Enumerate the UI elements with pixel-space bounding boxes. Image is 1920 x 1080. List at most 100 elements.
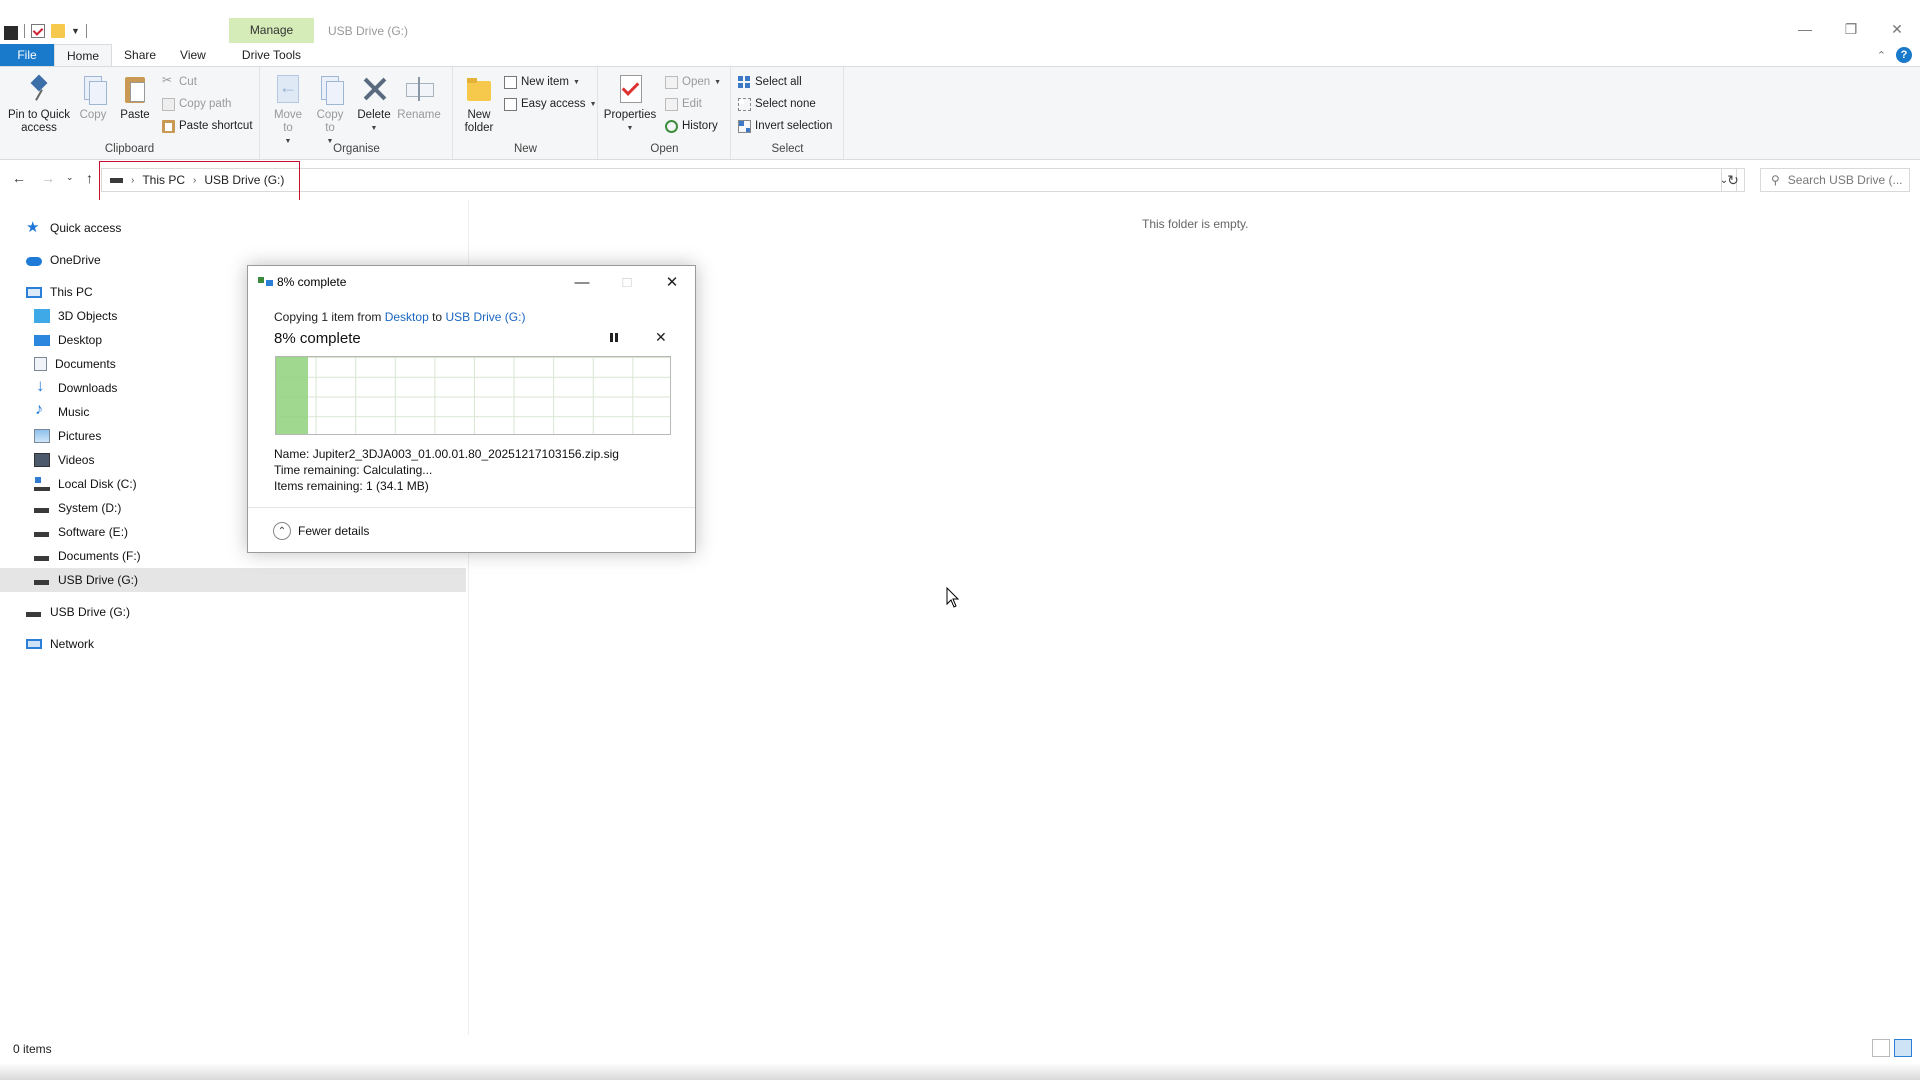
easy-access-button[interactable]: Easy access ▼ [504,95,597,113]
clipboard-group: Pin to Quick access Copy Paste Cut Copy … [0,67,260,159]
breadcrumb: › This PC › USB Drive (G:) [102,173,284,187]
select-all-label: Select all [755,76,802,88]
new-item-label: New item [521,76,569,88]
cancel-copy-icon[interactable]: ✕ [655,329,667,346]
tab-drive-tools[interactable]: Drive Tools [229,44,314,66]
up-arrow-icon[interactable]: ↑ [86,170,93,186]
recent-locations-icon[interactable]: ⌄ [66,172,74,183]
sidebar-item-local-disk-c[interactable]: Local Disk (C:) [34,472,137,496]
dropdown-arrow-icon: ▼ [714,78,722,86]
sidebar-item-pictures[interactable]: Pictures [34,424,101,448]
dialog-minimize-button[interactable]: — [567,270,597,294]
forward-arrow-icon[interactable]: → [41,170,55,186]
sidebar-item-desktop[interactable]: Desktop [34,328,102,352]
rename-button[interactable]: Rename [397,73,441,122]
open-button[interactable]: Open ▼ [665,73,721,91]
new-folder-button[interactable]: New folder [460,73,498,135]
dialog-title-bar[interactable]: 8% complete — □ ✕ [248,266,695,298]
copy-description-to: to [432,310,443,324]
new-item-button[interactable]: New item ▼ [504,73,580,91]
select-none-button[interactable]: Select none [738,95,816,113]
drive-icon [34,549,50,563]
restore-button[interactable]: ❐ [1828,14,1874,44]
rename-label: Rename [397,109,441,121]
sidebar-item-music[interactable]: Music [34,400,89,424]
tab-file[interactable]: File [0,44,54,66]
destination-link[interactable]: USB Drive (G:) [445,310,525,324]
sidebar-item-system-d[interactable]: System (D:) [34,496,121,520]
sidebar-item-documents-f[interactable]: Documents (F:) [34,544,141,568]
copy-to-button[interactable]: Copy to ▼ [311,73,349,148]
address-bar[interactable]: › This PC › USB Drive (G:) ⌄ [101,168,1737,192]
chevron-up-icon: ⌃ [273,522,291,540]
dialog-close-button[interactable]: ✕ [657,270,687,294]
sidebar-item-usb-drive-g[interactable]: USB Drive (G:) [26,600,130,624]
edit-icon [665,97,678,111]
move-to-button[interactable]: Move to ▼ [269,73,307,148]
delete-button[interactable]: Delete ▼ [355,73,393,135]
drive-icon [34,525,50,539]
sidebar-item-usb-drive-g-selected[interactable]: USB Drive (G:) [0,568,466,592]
edit-button[interactable]: Edit [665,95,702,113]
move-to-label: Move to [273,109,303,134]
tab-home[interactable]: Home [54,44,113,66]
file-copy-icon [258,277,274,287]
bottom-shadow [0,1063,1920,1080]
copy-path-button[interactable]: Copy path [162,95,231,113]
sidebar-item-label: Documents [55,357,116,371]
time-remaining-label: Time remaining: [274,463,360,477]
paste-button[interactable]: Paste [118,73,152,122]
collapse-ribbon-icon[interactable]: ⌃ [1877,49,1886,62]
breadcrumb-this-pc[interactable]: This PC [142,173,185,187]
breadcrumb-usb-drive[interactable]: USB Drive (G:) [204,173,284,187]
properties-button[interactable]: Properties ▼ [604,73,656,135]
drive-icon [34,501,50,515]
sidebar-item-this-pc[interactable]: This PC [26,280,93,304]
cut-button[interactable]: Cut [162,73,197,91]
search-input[interactable]: ⚲ Search USB Drive (... [1760,168,1910,192]
download-icon [34,376,50,396]
fewer-details-button[interactable]: ⌃ Fewer details [273,522,369,540]
breadcrumb-separator[interactable]: › [193,175,196,186]
scissors-icon [162,73,175,89]
minimize-button[interactable]: — [1782,14,1828,44]
pin-to-quick-access-button[interactable]: Pin to Quick access [6,73,72,135]
back-arrow-icon[interactable]: ← [12,170,26,186]
sidebar-item-quick-access[interactable]: Quick access [26,216,121,240]
sidebar-item-onedrive[interactable]: OneDrive [26,248,101,272]
customize-toolbar-icon[interactable]: ▼ [71,26,80,36]
sidebar-item-documents[interactable]: Documents [34,352,116,376]
open-group-label: Open [650,143,679,155]
breadcrumb-separator[interactable]: › [131,175,134,186]
manage-context-tab[interactable]: Manage [229,18,314,43]
source-link[interactable]: Desktop [385,310,429,324]
close-button[interactable]: ✕ [1874,14,1920,44]
refresh-button[interactable]: ↻ [1721,168,1745,192]
dropdown-arrow-icon: ▼ [589,100,597,108]
sidebar-item-software-e[interactable]: Software (E:) [34,520,128,544]
tab-view[interactable]: View [168,44,218,66]
sidebar-item-3d-objects[interactable]: 3D Objects [34,304,117,328]
drive-icon [110,177,123,183]
sidebar-item-videos[interactable]: Videos [34,448,94,472]
transfer-speed-graph [275,356,671,435]
properties-icon[interactable] [31,24,45,38]
sidebar-item-network[interactable]: Network [26,632,94,656]
select-all-button[interactable]: Select all [738,73,802,91]
paste-shortcut-button[interactable]: Paste shortcut [162,117,253,135]
music-icon [34,401,50,419]
details-view-icon[interactable] [1872,1039,1890,1057]
large-icons-view-icon[interactable] [1894,1039,1912,1057]
history-button[interactable]: History [665,117,718,135]
copy-button[interactable]: Copy [76,73,110,122]
new-folder-icon[interactable] [51,24,65,38]
tab-share[interactable]: Share [112,44,168,66]
new-group-label: New [513,143,537,155]
sidebar-item-downloads[interactable]: Downloads [34,376,117,400]
time-remaining-value: Calculating... [362,463,433,477]
ribbon-tabs: File Home Share View Drive Tools [0,44,1920,66]
easy-access-icon [504,97,517,111]
invert-selection-button[interactable]: Invert selection [738,117,832,135]
help-icon[interactable]: ? [1896,47,1912,63]
pause-icon[interactable] [609,332,619,344]
